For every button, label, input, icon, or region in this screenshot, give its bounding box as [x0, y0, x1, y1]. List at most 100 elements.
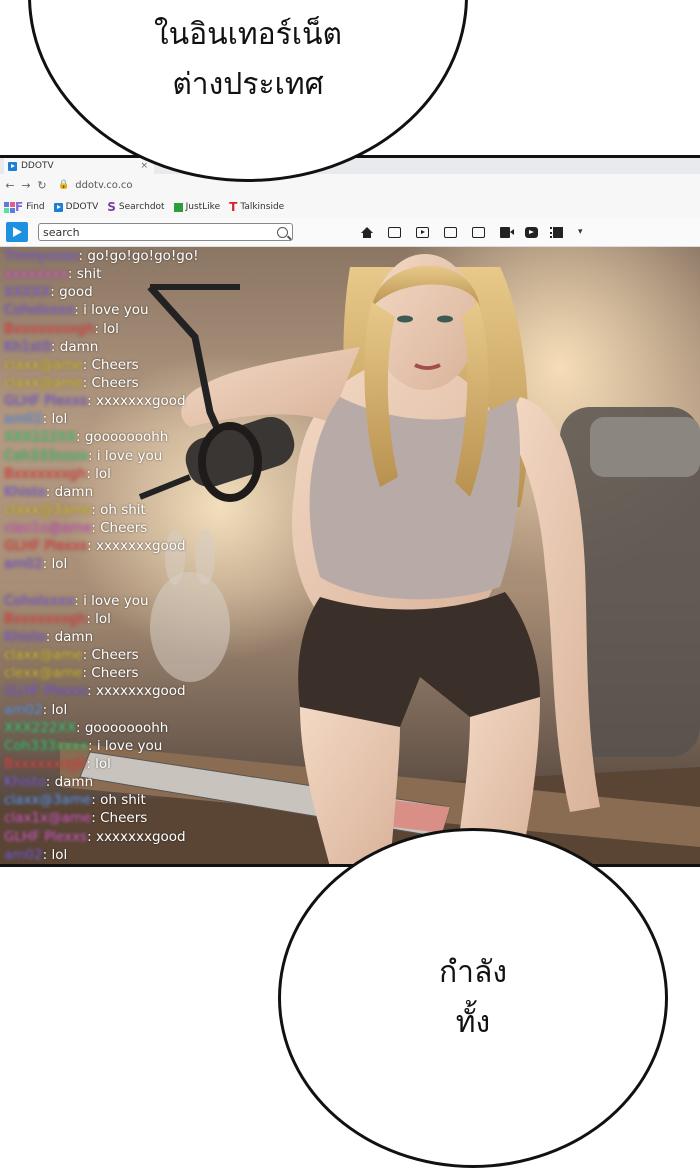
bookmark-talkinside[interactable]: T Talkinside [229, 200, 284, 214]
chat-separator: : [86, 610, 96, 627]
chat-message: GLHF Plexxs: xxxxxxxgood [4, 828, 304, 846]
chat-text: Cheers [100, 520, 148, 537]
film-icon[interactable] [550, 226, 563, 238]
searchdot-icon: S [107, 200, 116, 214]
chat-username[interactable]: am02 [4, 847, 43, 863]
home-icon[interactable] [361, 227, 373, 238]
bookmarks-bar: F Find DDOTV S Searchdot JustLike T Talk… [0, 196, 700, 218]
chat-message: xxxxxxxx: shit [4, 265, 304, 283]
bookmark-justlike[interactable]: JustLike [173, 202, 220, 212]
chat-text: Cheers [100, 810, 148, 827]
chat-username[interactable]: Bxxxxxxxxgh [4, 321, 94, 337]
chat-username[interactable]: claxx@ame [4, 357, 83, 373]
site-header: ▾ [0, 218, 700, 247]
ddotv-icon [53, 202, 63, 212]
chat-message: XXX222XX: gooooooohh [4, 428, 304, 446]
chat-separator: : [94, 320, 104, 337]
chat-separator: : [74, 592, 84, 609]
chat-username[interactable]: Khisto [4, 629, 46, 645]
chat-username[interactable]: am02 [4, 411, 43, 427]
forward-button[interactable]: → [18, 179, 34, 192]
tab-close-icon[interactable]: × [140, 161, 148, 171]
chat-username[interactable]: Bxxxxxxxgh [4, 611, 86, 627]
chat-username[interactable]: Khisto [4, 774, 46, 790]
chat-message: Coh333xxxx: i love you [4, 447, 304, 465]
chat-username[interactable]: XXX222XX [4, 429, 76, 445]
chat-icon[interactable] [472, 226, 485, 238]
chat-separator: : [82, 647, 92, 664]
chat-username[interactable]: claxx@3ame [4, 502, 91, 518]
chat-username[interactable]: XXX222XX [4, 720, 76, 736]
chat-message: Khisto: damn [4, 628, 304, 646]
lock-icon: 🔒 [58, 180, 70, 190]
chat-separator: : [86, 465, 96, 482]
chat-text: i love you [96, 447, 163, 464]
chat-username[interactable]: Kh1st0 [4, 339, 51, 355]
chat-username[interactable]: Bxxxxxxxgh [4, 466, 86, 482]
tv-icon[interactable] [388, 226, 401, 238]
bookmark-searchdot[interactable]: S Searchdot [107, 200, 164, 214]
chat-text: i love you [83, 592, 149, 609]
chat-username[interactable]: Coholxxxx [4, 302, 74, 318]
chat-username[interactable]: XXXXX [4, 284, 50, 300]
chat-username[interactable]: clax1x@ame [4, 810, 91, 826]
url-field[interactable]: ddotv.co.co [75, 180, 132, 191]
chat-username[interactable]: xxxxxxxx [4, 266, 68, 282]
video-icon[interactable] [525, 226, 538, 238]
play-icon[interactable] [416, 226, 429, 238]
chat-text: i love you [83, 302, 149, 319]
chat-username[interactable]: clexx@ame [4, 665, 82, 681]
chat-username[interactable]: clax1x@ame [4, 520, 91, 536]
chat-username[interactable]: GLHF Plexxs [4, 829, 87, 845]
talkinside-icon: T [229, 200, 238, 214]
chat-username[interactable]: claxx@3ame [4, 792, 91, 808]
live-chat: Tmmyxxxx: go!go!go!go!go! xxxxxxxx: shit X… [4, 247, 304, 864]
chat-message: XXXXX: good [4, 283, 304, 301]
chat-username[interactable]: GLHF Plexxs [4, 683, 87, 699]
browser-tab[interactable]: DDOTV × [4, 158, 154, 174]
chat-message: Bxxxxxxxgh: lol [4, 610, 304, 628]
bookmark-ddotv[interactable]: DDOTV [53, 202, 98, 212]
chat-username[interactable]: claxx@ame [4, 647, 83, 663]
chevron-down-icon[interactable]: ▾ [578, 227, 583, 237]
bookmark-find[interactable]: F Find [15, 200, 45, 214]
chat-username[interactable]: GLHF Plexxs [4, 393, 87, 409]
reload-button[interactable]: ↻ [34, 179, 50, 192]
gallery-icon[interactable] [444, 226, 457, 238]
back-button[interactable]: ← [2, 179, 18, 192]
chat-message: Khisto: damn [4, 483, 304, 501]
stream-video[interactable]: Tmmyxxxx: go!go!go!go!go! xxxxxxxx: shit X… [0, 247, 700, 864]
chat-username[interactable]: Tmmyxxxx [4, 248, 79, 264]
chat-text: lol [95, 465, 111, 482]
chat-username[interactable]: Coh333xxxx [4, 738, 88, 754]
chat-message: clax1x@ame: Cheers [4, 809, 304, 827]
chat-username[interactable]: am02 [4, 556, 43, 572]
chat-message: Tmmyxxxx: go!go!go!go!go! [4, 247, 304, 265]
chat-message: claxx@ame: Cheers [4, 374, 304, 392]
camera-icon[interactable] [500, 226, 514, 238]
search-input[interactable] [39, 225, 272, 239]
chat-message: Bxxxxxxxgh: lol [4, 465, 304, 483]
chat-text: xxxxxxxgood [96, 828, 186, 845]
chat-username[interactable]: Khisto [4, 484, 46, 500]
chat-separator: : [45, 774, 55, 791]
chat-username[interactable]: Bxxxxxxxgh [4, 756, 86, 772]
find-icon: F [15, 200, 24, 214]
chat-text: go!go!go!go!go! [87, 248, 199, 264]
chat-separator: : [87, 538, 97, 555]
chat-username[interactable]: claxx@ame [4, 375, 83, 391]
chat-message: Coh333xxxx: i love you [4, 737, 304, 755]
chat-message: Bxxxxxxxgh: lol [4, 755, 304, 773]
search-icon[interactable] [277, 226, 288, 238]
ddotv-logo-icon[interactable] [6, 222, 28, 242]
chat-text: lol [95, 755, 111, 772]
chat-text: gooooooohh [84, 719, 169, 736]
chat-message: GLHF Plexxs: xxxxxxxgood [4, 537, 304, 555]
apps-grid-icon[interactable] [4, 201, 15, 213]
chat-separator: : [87, 683, 97, 700]
chat-username[interactable]: am02 [4, 702, 43, 718]
chat-username[interactable]: Coholxxxx [4, 593, 74, 609]
chat-username[interactable]: Coh333xxxx [4, 448, 88, 464]
chat-username[interactable]: GLHF Plexxs [4, 538, 87, 554]
chat-text: xxxxxxxgood [96, 393, 186, 410]
